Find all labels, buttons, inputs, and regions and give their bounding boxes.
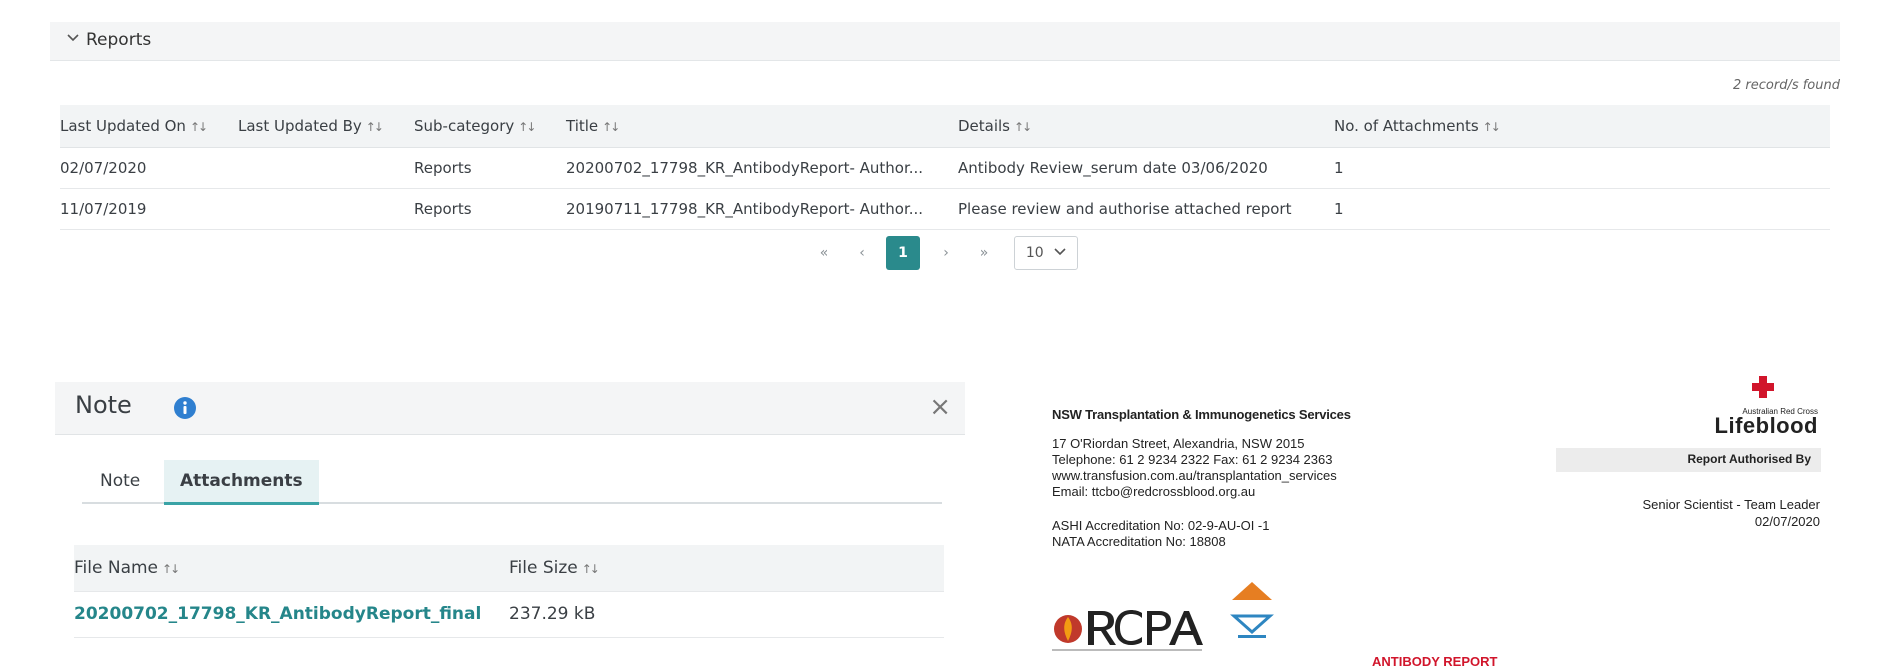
page-size-value: 10 [1025, 245, 1044, 261]
pagination: « ‹ 1 › » 10 [0, 236, 1892, 270]
accreditation-line: ASHI Accreditation No: 02-9-AU-OI -1 [1052, 518, 1270, 533]
tab-attachments[interactable]: Attachments [164, 460, 319, 505]
cell-title[interactable]: 20200702_17798_KR_AntibodyReport- Author… [566, 148, 923, 188]
address-line: Telephone: 61 2 9234 2322 Fax: 61 2 9234… [1052, 452, 1333, 467]
sort-icon: ↑↓ [602, 120, 620, 134]
cell-last-updated-on: 02/07/2020 [60, 159, 147, 177]
note-dialog-title: Note [75, 391, 132, 419]
first-page-button[interactable]: « [812, 236, 836, 270]
table-header-row: File Name ↑↓ File Size ↑↓ [74, 545, 944, 592]
page-1-button[interactable]: 1 [886, 236, 920, 270]
sort-icon: ↑↓ [1482, 120, 1501, 134]
table-row: 20200702_17798_KR_AntibodyReport_final 2… [74, 592, 944, 638]
cell-sub-category: Reports [414, 200, 472, 218]
info-icon[interactable] [173, 396, 197, 420]
document-org-name: NSW Transplantation & Immunogenetics Ser… [1052, 407, 1351, 422]
column-header-file-size[interactable]: File Size ↑↓ [509, 545, 600, 592]
records-found-count: 2 record/s found [1733, 78, 1840, 93]
brand-logo-text: Lifeblood [1714, 413, 1818, 438]
cell-title[interactable]: 20190711_17798_KR_AntibodyReport- Author… [566, 189, 923, 229]
attachments-table: File Name ↑↓ File Size ↑↓ 20200702_17798_K… [74, 545, 944, 638]
authorised-date: 02/07/2020 [1754, 514, 1820, 529]
previous-page-button[interactable]: ‹ [852, 236, 872, 270]
report-title: ANTIBODY REPORT [1372, 654, 1498, 669]
note-dialog-header: Note × [55, 382, 965, 435]
page-size-select[interactable]: 10 [1014, 236, 1078, 270]
document-accreditation: ASHI Accreditation No: 02-9-AU-OI -1 NAT… [1052, 518, 1269, 550]
document-address: 17 O'Riordan Street, Alexandria, NSW 201… [1052, 436, 1337, 500]
column-header-title[interactable]: Title ↑↓ [566, 105, 620, 148]
column-header-details[interactable]: Details ↑↓ [958, 105, 1032, 148]
reports-section-title: Reports [86, 30, 152, 50]
report-authorised-label: Report Authorised By [1687, 452, 1811, 466]
sort-icon: ↑↓ [162, 562, 180, 576]
note-tabs: Note Attachments [82, 460, 942, 505]
address-line: www.transfusion.com.au/transplantation_s… [1052, 468, 1337, 483]
rcpa-logo [1052, 610, 1203, 651]
cell-no-of-attachments: 1 [1334, 200, 1344, 218]
file-name-link[interactable]: 20200702_17798_KR_AntibodyReport_final [58, 592, 481, 637]
chevron-down-icon [67, 34, 79, 42]
column-header-no-of-attachments[interactable]: No. of Attachments ↑↓ [1334, 105, 1501, 148]
tab-note[interactable]: Note [100, 460, 140, 502]
red-cross-icon [1752, 376, 1774, 398]
column-header-last-updated-by[interactable]: Last Updated By ↑↓ [238, 105, 384, 148]
address-line: Email: ttcbo@redcrossblood.org.au [1052, 484, 1256, 499]
chevron-down-icon [1054, 248, 1066, 256]
cell-sub-category: Reports [414, 159, 472, 177]
authoriser-role: Senior Scientist - Team Leader [1642, 497, 1820, 512]
nata-logo [1230, 582, 1274, 638]
next-page-button[interactable]: › [936, 236, 956, 270]
table-header-row: Last Updated On ↑↓ Last Updated By ↑↓ Sub-… [60, 105, 1830, 148]
cell-details: Antibody Review_serum date 03/06/2020 [958, 159, 1268, 177]
cell-no-of-attachments: 1 [1334, 159, 1344, 177]
sort-icon: ↑↓ [1014, 120, 1032, 134]
sort-icon: ↑↓ [365, 120, 384, 134]
reports-section-header[interactable]: Reports [50, 22, 1840, 61]
column-header-last-updated-on[interactable]: Last Updated On ↑↓ [60, 105, 208, 148]
last-page-button[interactable]: » [972, 236, 996, 270]
table-row[interactable]: 02/07/2020 Reports 20200702_17798_KR_Ant… [60, 148, 1830, 189]
reports-table: Last Updated On ↑↓ Last Updated By ↑↓ Sub-… [60, 105, 1830, 230]
accreditation-line: NATA Accreditation No: 18808 [1052, 534, 1226, 549]
sort-icon: ↑↓ [518, 120, 536, 134]
column-header-sub-category[interactable]: Sub-category ↑↓ [414, 105, 536, 148]
cell-details: Please review and authorise attached rep… [958, 200, 1292, 218]
table-row[interactable]: 11/07/2019 Reports 20190711_17798_KR_Ant… [60, 189, 1830, 230]
file-size: 237.29 kB [509, 604, 596, 624]
sort-icon: ↑↓ [581, 562, 600, 576]
authorised-band: Report Authorised By [1556, 448, 1821, 472]
cell-last-updated-on: 11/07/2019 [60, 200, 147, 218]
close-button[interactable]: × [929, 392, 951, 422]
address-line: 17 O'Riordan Street, Alexandria, NSW 201… [1052, 436, 1305, 451]
sort-icon: ↑↓ [189, 120, 208, 134]
column-header-file-name[interactable]: File Name ↑↓ [74, 545, 180, 592]
